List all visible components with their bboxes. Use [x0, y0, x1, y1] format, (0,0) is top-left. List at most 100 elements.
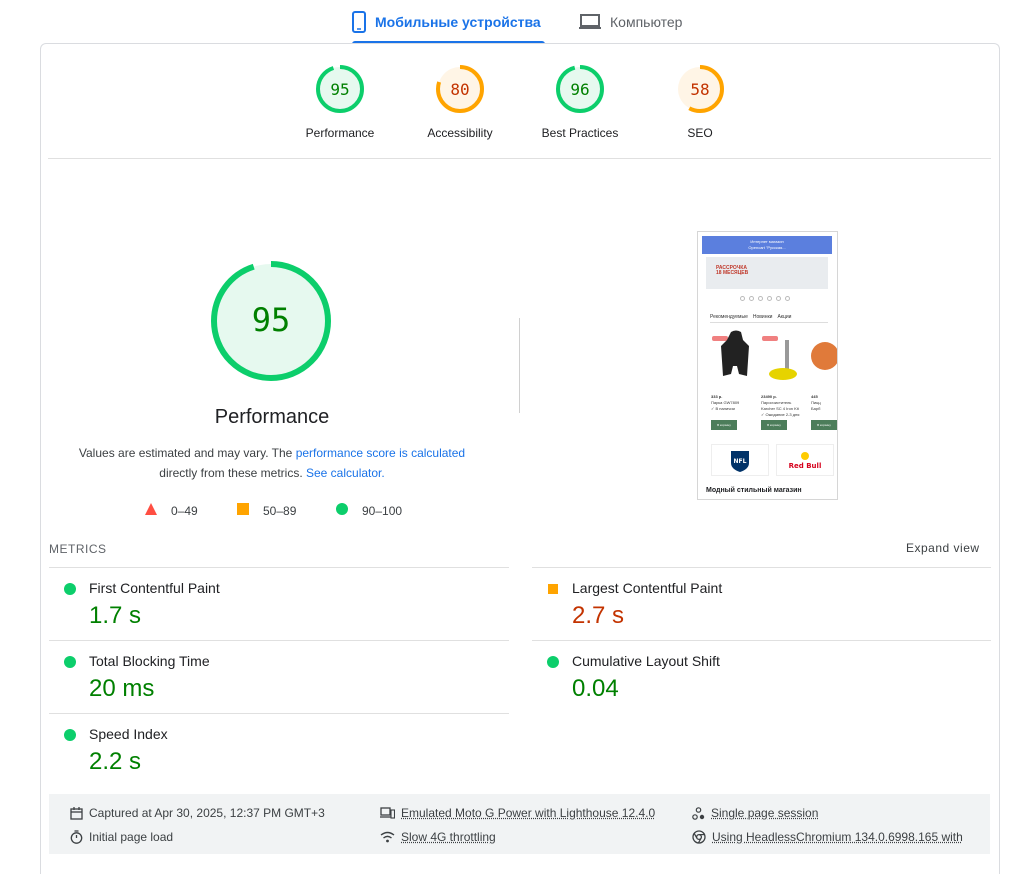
thumb-brand-nfl: NFL	[711, 444, 769, 476]
gauge-score: 95	[330, 80, 349, 99]
metric-divider	[49, 713, 509, 714]
gauge-score: 96	[570, 80, 589, 99]
metric-name: Largest Contentful Paint	[572, 580, 722, 596]
thumb-tab2: Новинки	[753, 314, 773, 320]
expand-view-toggle[interactable]: Expand view	[906, 541, 980, 555]
gauge-best-practices[interactable]: 96 Best Practices	[520, 64, 640, 140]
legend-poor: 0–49	[145, 503, 198, 518]
emulated-device-text: Emulated Moto G Power with Lighthouse 12…	[401, 806, 655, 820]
metric-value: 2.7 s	[572, 602, 624, 630]
metric-name: Speed Index	[89, 726, 168, 742]
initial-page-load: Initial page load	[70, 830, 173, 844]
thumb-p3-name: Пицц	[811, 400, 821, 405]
average-square-icon	[547, 583, 559, 595]
gauge-score: 80	[450, 80, 469, 99]
gauge-seo-ring: 58	[675, 64, 725, 114]
thumb-product2-meta: 23490 р. Пароочиститель Karcher SC 4 Iro…	[761, 394, 799, 418]
metric-divider	[49, 640, 509, 641]
thumb-cart-button: В корзину	[811, 420, 837, 430]
gauge-label: Best Practices	[520, 126, 640, 140]
thumb-cart-button: В корзину	[711, 420, 737, 430]
good-circle-icon	[64, 656, 76, 668]
captured-at-text: Captured at Apr 30, 2025, 12:37 PM GMT+3	[89, 806, 325, 820]
gauge-accessibility-ring: 80	[435, 64, 485, 114]
thumb-cart-button: В корзину	[761, 420, 787, 430]
tab-desktop-label: Компьютер	[610, 14, 682, 30]
thumb-header: Интернет магазин Opencart "Русская...	[702, 236, 832, 254]
session-icon	[692, 807, 705, 820]
network-throttling-text: Slow 4G throttling	[401, 830, 496, 844]
gauge-best-practices-ring: 96	[555, 64, 605, 114]
performance-gauge-large: 95	[210, 260, 332, 382]
metric-divider	[532, 567, 991, 568]
desc-text-1: Values are estimated and may vary. The	[79, 446, 292, 460]
thumb-banner-line2: 18 МЕСЯЦЕВ	[716, 270, 748, 276]
laptop-icon	[579, 14, 601, 30]
thumb-p2-name2: Karcher SC 4 Iron Kit	[761, 406, 799, 411]
initial-page-load-text: Initial page load	[89, 830, 173, 844]
thumb-product-steamer	[761, 328, 801, 388]
smartphone-icon	[352, 11, 366, 33]
performance-score: 95	[252, 301, 291, 339]
timer-icon	[70, 830, 83, 844]
thumb-tabs: Рекомендуемые Новинки Акции	[710, 314, 791, 320]
see-calculator-link[interactable]: See calculator.	[306, 466, 385, 480]
gauge-accessibility[interactable]: 80 Accessibility	[400, 64, 520, 140]
thumb-product3-meta: 445 Пицц Барб	[811, 394, 821, 412]
devices-icon	[380, 807, 395, 819]
thumb-header-line1: Интернет магазин	[750, 239, 783, 244]
desc-text-2: directly from these metrics.	[159, 466, 302, 480]
thumb-header-line2: Opencart "Русская...	[748, 245, 785, 250]
thumb-product1-meta: 333 р. Парка GW7809 ✓ В наличии	[711, 394, 739, 412]
legend-good: 90–100	[336, 503, 402, 518]
gauge-label: Accessibility	[400, 126, 520, 140]
thumb-p3-price: 445	[811, 394, 818, 399]
metric-value: 2.2 s	[89, 748, 141, 776]
thumb-banner-text: РАССРОЧКА 18 МЕСЯЦЕВ	[716, 266, 748, 276]
browser-version-text: Using HeadlessChromium 134.0.6998.165 wi…	[712, 830, 963, 844]
tab-mobile[interactable]: Мобильные устройства	[352, 0, 541, 44]
metric-divider	[49, 567, 509, 568]
metrics-heading: METRICS	[49, 542, 107, 556]
thumb-product-pizza	[811, 328, 838, 388]
good-circle-icon	[547, 656, 559, 668]
thumb-carousel-dots	[740, 296, 790, 301]
thumb-p3-name2: Барб	[811, 406, 820, 411]
device-tabs: Мобильные устройства Компьютер	[0, 0, 1029, 44]
network-throttling[interactable]: Slow 4G throttling	[380, 830, 496, 844]
good-circle-icon	[64, 583, 76, 595]
legend-average-label: 50–89	[263, 504, 296, 518]
legend-good-label: 90–100	[362, 504, 402, 518]
thumb-product-jacket	[711, 328, 751, 388]
wifi-icon	[380, 831, 395, 843]
final-screenshot[interactable]: Интернет магазин Opencart "Русская... РА…	[697, 231, 838, 500]
thumb-p2-stock: ✓ Ожидание 2-3 дня	[761, 412, 799, 417]
metric-divider	[532, 640, 991, 641]
gauge-score: 58	[690, 80, 709, 99]
gauge-seo[interactable]: 58 SEO	[640, 64, 760, 140]
performance-description: Values are estimated and may vary. The p…	[60, 443, 484, 483]
score-calculated-link[interactable]: performance score is calculated	[296, 446, 465, 460]
metric-name: Total Blocking Time	[89, 653, 210, 669]
browser-version[interactable]: Using HeadlessChromium 134.0.6998.165 wi…	[692, 830, 963, 844]
thumb-brand-redbull: Red Bull	[776, 444, 834, 476]
triangle-icon	[145, 503, 157, 518]
metric-name: First Contentful Paint	[89, 580, 220, 596]
thumb-footer: Модный стильный магазин	[706, 487, 802, 494]
circle-icon	[336, 503, 348, 518]
legend-poor-label: 0–49	[171, 504, 198, 518]
gauge-performance[interactable]: 95 Performance	[280, 64, 400, 140]
good-circle-icon	[64, 729, 76, 741]
legend-average: 50–89	[237, 503, 296, 518]
thumb-brand1-text: NFL	[734, 458, 747, 465]
runtime-settings: Captured at Apr 30, 2025, 12:37 PM GMT+3…	[49, 794, 990, 854]
divider	[48, 158, 991, 159]
emulated-device[interactable]: Emulated Moto G Power with Lighthouse 12…	[380, 806, 655, 820]
vertical-divider	[519, 318, 520, 413]
captured-at: Captured at Apr 30, 2025, 12:37 PM GMT+3	[70, 806, 325, 820]
calendar-icon	[70, 807, 83, 820]
thumb-p1-name: Парка GW7809	[711, 400, 739, 405]
tab-desktop[interactable]: Компьютер	[579, 0, 682, 44]
single-page-session[interactable]: Single page session	[692, 806, 818, 820]
performance-title: Performance	[172, 406, 372, 429]
